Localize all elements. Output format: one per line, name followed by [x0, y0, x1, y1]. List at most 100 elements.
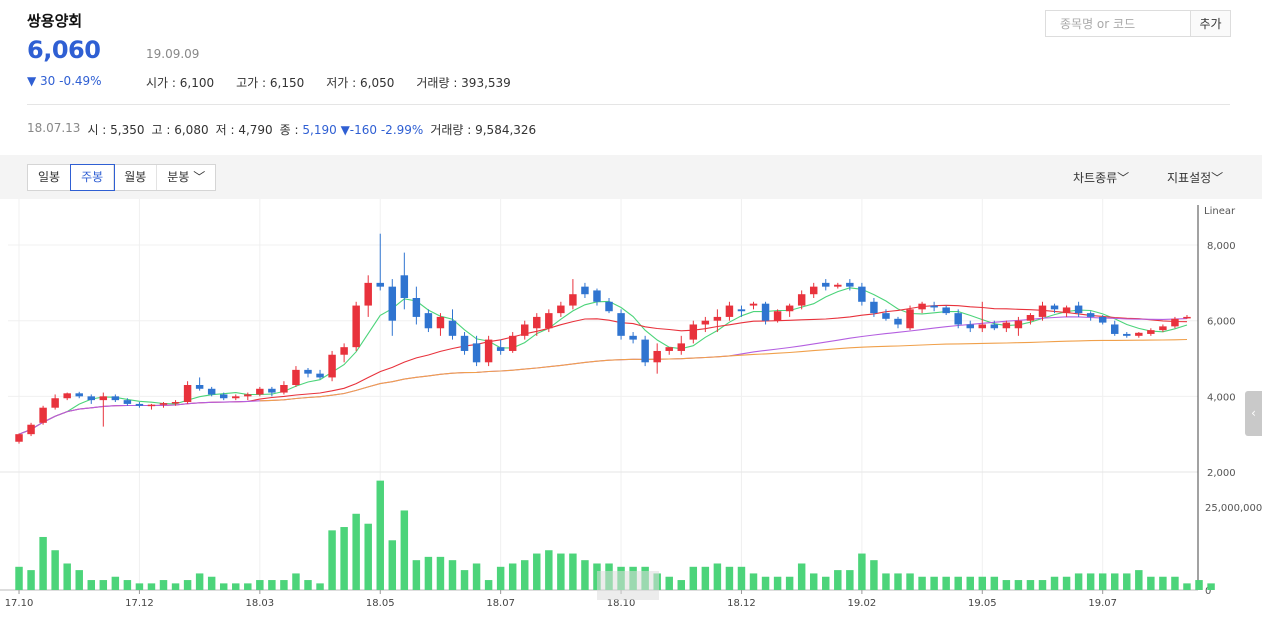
volume-bar	[906, 573, 914, 590]
candle	[557, 305, 565, 314]
candle	[147, 404, 156, 407]
x-tick-label: 18.05	[366, 598, 395, 609]
hover-high: 고 : 6,080	[151, 123, 209, 137]
volume-bar	[1111, 573, 1119, 590]
tab-weekly[interactable]: 주봉	[70, 164, 116, 191]
candle	[436, 316, 445, 329]
candle	[123, 400, 132, 404]
candle	[737, 309, 746, 312]
chart-navigator-handle[interactable]	[597, 571, 659, 600]
volume-bar	[725, 566, 734, 590]
volume-bar	[268, 580, 276, 590]
volume-bar	[292, 573, 300, 590]
volume-bar	[340, 527, 348, 590]
chart-type-dropdown[interactable]: 차트종류﹀	[1073, 169, 1129, 186]
tab-daily[interactable]: 일봉	[28, 165, 72, 190]
x-tick-label: 19.05	[968, 598, 997, 609]
volume-bar	[1159, 576, 1167, 590]
candle	[593, 290, 601, 302]
volume-bar	[1135, 570, 1143, 590]
candle	[713, 316, 722, 321]
candle	[496, 347, 505, 351]
x-tick-label: 18.07	[486, 598, 515, 609]
candle	[1014, 320, 1023, 329]
chart-area[interactable]: Linear 2,000 4,000 6,000 8,000 0 25,000,000 17.…	[0, 199, 1262, 617]
candle	[183, 385, 192, 403]
candle	[171, 402, 180, 404]
volume-bar	[244, 583, 252, 590]
candle	[1135, 332, 1143, 336]
volume-bar	[1183, 583, 1191, 590]
volume-bar	[39, 536, 47, 590]
candle	[159, 403, 168, 405]
candle	[219, 394, 228, 399]
candle	[39, 407, 47, 423]
price-tick-label: 4,000	[1207, 392, 1236, 403]
add-button[interactable]: 추가	[1191, 11, 1230, 36]
volume-bar	[75, 570, 83, 590]
candle	[809, 286, 818, 295]
volume-bar	[207, 576, 216, 590]
volume-bar	[232, 583, 240, 590]
volume-bar	[713, 563, 722, 590]
side-panel-toggle[interactable]: ‹	[1245, 391, 1262, 436]
candle	[268, 388, 276, 393]
volume-bar	[954, 576, 962, 590]
volume-bar	[448, 560, 457, 590]
volume-bar	[51, 550, 59, 590]
candle	[701, 320, 710, 325]
chevron-down-icon: ﹀	[1211, 171, 1224, 185]
candle	[195, 385, 204, 389]
ohlc-low: 저가 : 6,050	[326, 76, 395, 90]
candle	[521, 324, 529, 336]
volume-bar	[545, 550, 553, 590]
volume-bar	[400, 510, 409, 590]
volume-bar	[15, 566, 23, 590]
candle	[364, 282, 372, 306]
candle	[388, 286, 397, 321]
volume-bar	[1050, 576, 1059, 590]
volume-bar	[990, 576, 999, 590]
volume-bar	[304, 580, 312, 590]
volume-bar	[978, 576, 987, 590]
candle	[749, 303, 758, 306]
candle	[918, 303, 926, 310]
candle	[1147, 330, 1155, 334]
divider	[27, 104, 1230, 105]
candle	[1026, 315, 1035, 321]
candle	[761, 303, 770, 321]
candle	[1074, 305, 1083, 314]
candle	[545, 313, 553, 329]
candle	[1086, 313, 1095, 317]
candle	[51, 398, 59, 408]
volume-bar	[99, 580, 108, 590]
stock-chart[interactable]: Linear2,0004,0006,0008,000025,000,00017.…	[0, 199, 1262, 617]
volume-bar	[737, 566, 746, 590]
volume-bar	[822, 576, 830, 590]
candle	[207, 388, 216, 395]
tab-monthly[interactable]: 월봉	[114, 165, 158, 190]
volume-bar	[412, 560, 421, 590]
volume-bar	[352, 513, 360, 590]
volume-bar	[123, 580, 132, 590]
volume-tick-label: 25,000,000	[1205, 503, 1262, 514]
volume-bar	[858, 553, 866, 590]
volume-bar	[761, 576, 770, 590]
candle	[930, 305, 938, 308]
volume-bar	[918, 576, 926, 590]
tab-minute[interactable]: 분봉 ﹀	[157, 165, 215, 190]
indicator-dropdown[interactable]: 지표설정﹀	[1167, 169, 1223, 186]
candle	[1183, 316, 1191, 319]
volume-bar	[773, 576, 782, 590]
volume-bar	[219, 583, 228, 590]
candle	[1002, 322, 1011, 329]
candle	[292, 369, 300, 385]
price-tick-label: 2,000	[1207, 468, 1236, 479]
volume-bar	[521, 560, 529, 590]
volume-bar	[569, 553, 577, 590]
volume-bar	[1195, 580, 1203, 590]
candle	[797, 294, 806, 306]
search-input[interactable]	[1046, 11, 1191, 36]
chevron-down-icon: ﹀	[1117, 171, 1130, 185]
volume-bar	[364, 523, 372, 590]
